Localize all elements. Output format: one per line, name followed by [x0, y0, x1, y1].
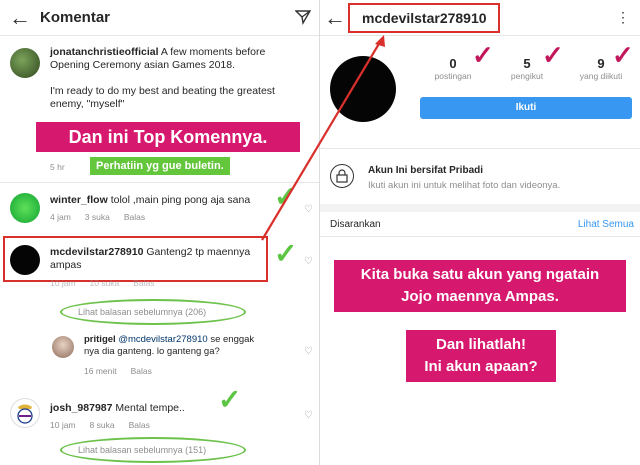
reply-body: se enggak	[210, 334, 255, 345]
caption-line3: I'm ready to do my best and beating the …	[50, 85, 275, 97]
stat-label: postingan	[434, 71, 472, 81]
stat-label: yang diikuti	[579, 71, 623, 81]
comment-time: 10 jam	[50, 420, 76, 430]
reply-link[interactable]: Balas	[124, 212, 145, 222]
comment-meta: 10 jam 10 suka Balas	[50, 278, 155, 288]
divider	[0, 182, 319, 183]
reply-username[interactable]: pritigel	[84, 334, 116, 345]
comment-username[interactable]: josh_987987	[50, 402, 112, 414]
comment-body: tolol ,main ping pong aja sana	[110, 194, 251, 206]
profile-avatar[interactable]	[330, 56, 396, 122]
avatar[interactable]	[52, 336, 74, 358]
checkmark-icon: ✓	[542, 40, 564, 70]
private-subtitle: Ikuti akun ini untuk melihat foto dan vi…	[368, 180, 561, 191]
pink-banner: Kita buka satu akun yang ngatain Jojo ma…	[334, 260, 626, 312]
pink-banner: Dan lihatlah! Ini akun apaan?	[406, 330, 556, 382]
profile-stats: 0 postingan 5 pengikut 9 yang diikuti	[422, 56, 632, 81]
banner-line: Jojo maennya Ampas.	[401, 288, 559, 305]
comment-body-line2: ampas	[50, 259, 82, 271]
lock-icon	[330, 164, 354, 188]
caption-line2: Opening Ceremony asian Games 2018.	[50, 59, 236, 71]
caption-username[interactable]: jonatanchristieofficial	[50, 46, 159, 58]
divider	[320, 236, 640, 237]
page-title: Komentar	[40, 9, 111, 26]
reply-link[interactable]: Balas	[129, 420, 150, 430]
green-banner: Perhatiin yg gue buletin.	[90, 157, 230, 175]
arrow-left-icon[interactable]: ←	[320, 5, 350, 31]
more-vertical-icon[interactable]: ⋮	[616, 9, 630, 26]
comments-header: ← Komentar	[0, 0, 319, 36]
heart-icon[interactable]: ♡	[304, 410, 313, 421]
view-replies-link[interactable]: Lihat balasan sebelumnya (206)	[78, 307, 206, 317]
profile-screen: ← mcdevilstar278910 ⋮ 0 postingan 5 peng…	[320, 0, 640, 465]
banner-line: Kita buka satu akun yang ngatain	[360, 266, 600, 283]
comment-text: mcdevilstar278910 Ganteng2 tp maennya am…	[50, 246, 265, 272]
divider	[320, 148, 640, 149]
avatar[interactable]	[10, 48, 40, 78]
heart-icon[interactable]: ♡	[304, 346, 313, 357]
send-icon[interactable]	[294, 9, 312, 29]
comment-body: Ganteng2 tp maennya	[146, 246, 251, 258]
comment-text: winter_flow tolol ,main ping pong aja sa…	[50, 194, 270, 207]
caption-line1: A few moments before	[160, 46, 266, 58]
see-all-link[interactable]: Lihat Semua	[578, 219, 634, 230]
suggested-label: Disarankan	[330, 219, 381, 230]
avatar[interactable]	[10, 193, 40, 223]
highlight-box	[348, 3, 500, 33]
banner-line: Ini akun apaan?	[424, 358, 538, 375]
private-title: Akun Ini bersifat Pribadi	[368, 165, 484, 176]
follow-button[interactable]: Ikuti	[420, 97, 632, 119]
reply-text: pritigel @mcdevilstar278910 se enggak ny…	[84, 334, 284, 358]
arrow-left-icon[interactable]: ←	[0, 5, 40, 31]
reply-time: 16 menit	[84, 366, 117, 376]
caption-line4: enemy, "myself"	[50, 98, 125, 110]
view-replies-link[interactable]: Lihat balasan sebelumnya (151)	[78, 445, 206, 455]
comment-likes[interactable]: 10 suka	[90, 278, 120, 288]
reply-body-line2: nya dia ganteng. lo ganteng ga?	[84, 346, 220, 357]
checkmark-icon: ✓	[274, 181, 298, 212]
caption-meta: 5 hr	[50, 162, 65, 172]
real-madrid-logo[interactable]	[10, 398, 40, 428]
comment-time: 4 jam	[50, 212, 71, 222]
checkmark-icon: ✓	[218, 384, 242, 415]
comment-meta: 4 jam 3 suka Balas	[50, 212, 145, 222]
comment-likes[interactable]: 3 suka	[85, 212, 110, 222]
checkmark-icon: ✓	[274, 238, 298, 269]
heart-icon[interactable]: ♡	[304, 256, 313, 267]
comment-username[interactable]: mcdevilstar278910	[50, 246, 143, 258]
checkmark-icon: ✓	[472, 40, 494, 70]
profile-header: ← mcdevilstar278910 ⋮	[320, 0, 640, 36]
comments-screen: ← Komentar jonatanchristieofficial A few…	[0, 0, 320, 465]
caption-text: jonatanchristieofficial A few moments be…	[50, 46, 312, 111]
comment-username[interactable]: winter_flow	[50, 194, 108, 206]
caption-time: 5 hr	[50, 162, 65, 172]
banner-line: Dan lihatlah!	[435, 336, 526, 353]
comment-meta: 10 jam 8 suka Balas	[50, 420, 150, 430]
checkmark-icon: ✓	[612, 40, 634, 70]
comment-likes[interactable]: 8 suka	[90, 420, 115, 430]
heart-icon[interactable]: ♡	[304, 204, 313, 215]
section-divider	[320, 204, 640, 212]
reply-link[interactable]: Balas	[131, 366, 152, 376]
comment-body: Mental tempe..	[115, 402, 185, 414]
comment-time: 10 jam	[50, 278, 76, 288]
reply-meta: 16 menit Balas	[84, 366, 152, 376]
avatar[interactable]	[10, 245, 40, 275]
top-comment-banner: Dan ini Top Komennya.	[36, 122, 300, 152]
reply-link[interactable]: Balas	[133, 278, 154, 288]
stat-label: pengikut	[510, 71, 544, 81]
reply-mention[interactable]: @mcdevilstar278910	[118, 334, 207, 345]
